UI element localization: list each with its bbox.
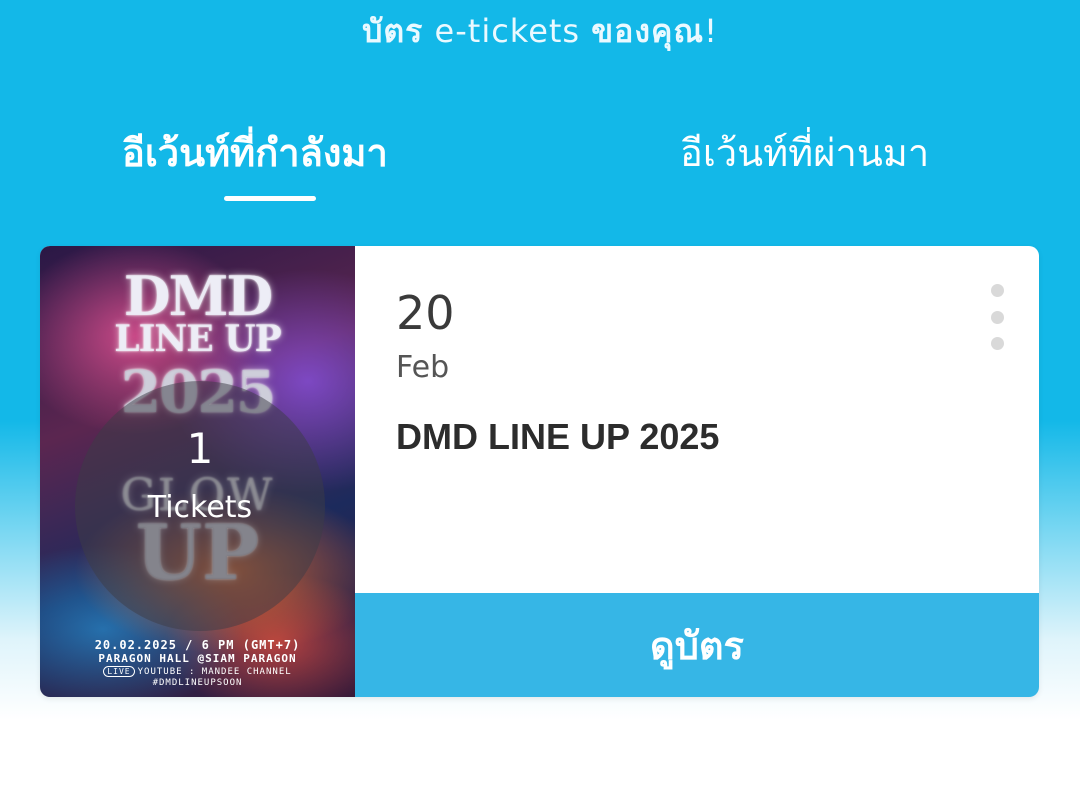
more-vertical-icon[interactable] xyxy=(986,282,1008,352)
menu-dot xyxy=(991,337,1004,350)
event-ticket-card[interactable]: DMD LINE UP 2025 GLOW UP 1 Tickets 20.02… xyxy=(40,246,1039,697)
menu-dot xyxy=(991,284,1004,297)
poster-date-time: 20.02.2025 / 6 PM (GMT+7) xyxy=(94,638,301,652)
event-poster-image[interactable]: DMD LINE UP 2025 GLOW UP 1 Tickets 20.02… xyxy=(40,246,355,697)
ticket-count: 1 xyxy=(186,424,214,473)
poster-stream: YOUTUBE : MANDEE CHANNEL xyxy=(137,667,292,677)
header-text-end: ! xyxy=(704,12,718,50)
page-header: บัตร e-tickets ของคุณ! xyxy=(0,6,1080,57)
tab-past-events[interactable]: อีเว้นท์ที่ผ่านมา xyxy=(680,122,929,183)
event-title: DMD LINE UP 2025 xyxy=(396,416,720,457)
active-tab-indicator xyxy=(224,196,316,201)
view-ticket-button[interactable]: ดูบัตร xyxy=(355,593,1039,697)
ticket-count-label: Tickets xyxy=(147,490,253,525)
event-date-day: 20 xyxy=(396,286,455,340)
poster-stream-line: LIVE YOUTUBE : MANDEE CHANNEL xyxy=(40,666,355,677)
poster-hashtag: #DMDLINEUPSOON xyxy=(152,678,243,688)
header-text-mid: e-tickets xyxy=(423,12,592,50)
event-date-month: Feb xyxy=(396,350,450,385)
live-badge: LIVE xyxy=(103,666,135,677)
tab-upcoming-events[interactable]: อีเว้นท์ที่กำลังมา xyxy=(122,122,388,183)
header-text-pre: บัตร xyxy=(362,12,424,50)
header-text-post: ของคุณ xyxy=(591,12,705,50)
poster-venue: PARAGON HALL @SIAM PARAGON xyxy=(98,652,297,665)
menu-dot xyxy=(991,311,1004,324)
poster-title-lineup: LINE UP xyxy=(114,318,282,360)
